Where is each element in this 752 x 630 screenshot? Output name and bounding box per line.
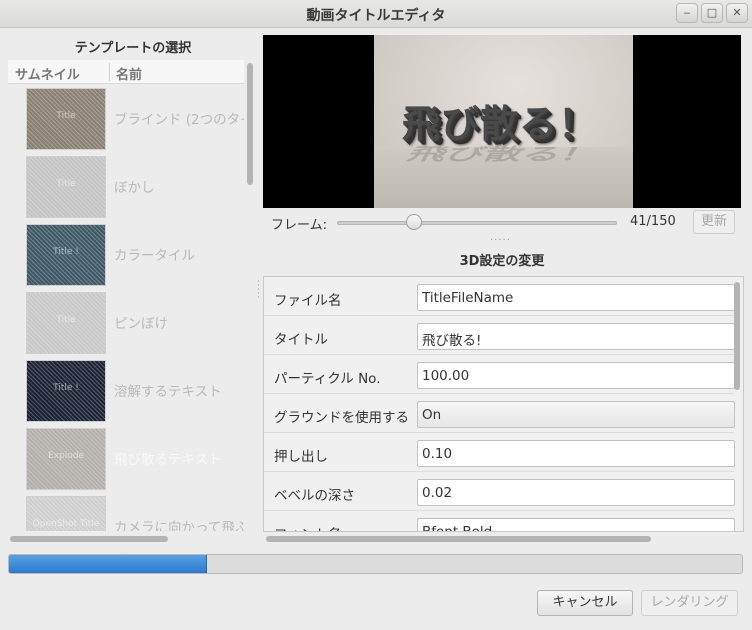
property-input[interactable]: 飛び散る! [417, 323, 735, 350]
vertical-splitter-handle[interactable]: · · · · · [257, 278, 260, 303]
property-label: ファイル名 [274, 293, 342, 309]
template-thumbnail: Title ! [26, 360, 106, 422]
template-item[interactable]: Explode 飛び散るテキスト [8, 424, 244, 492]
property-input[interactable]: TitleFileName [417, 284, 735, 311]
column-thumbnail[interactable]: サムネイル [15, 64, 80, 83]
property-row: グラウンドを使用する On [264, 394, 735, 433]
template-thumbnail-text: OpenShot Title [32, 519, 100, 529]
template-item[interactable]: Title ! 溶解するテキスト [8, 356, 244, 424]
templates-title: テンプレートの選択 [74, 41, 192, 56]
template-item[interactable]: Title ぼかし [8, 152, 244, 220]
template-thumbnail: Title [26, 292, 106, 354]
property-input[interactable]: 0.02 [417, 479, 735, 506]
templates-vscrollbar[interactable] [247, 63, 253, 529]
scroll-thumb[interactable] [247, 63, 253, 185]
property-label: タイトル [274, 332, 328, 348]
render-progress-bar [8, 554, 743, 574]
template-thumbnail: Title [26, 88, 106, 150]
template-thumbnail-text: Title ! [53, 247, 79, 257]
frame-slider-handle[interactable] [406, 214, 422, 230]
template-name: ぼかし [114, 180, 155, 196]
property-label: グラウンドを使用する [274, 410, 409, 426]
template-name: カメラに向かって飛ぶ [114, 520, 244, 531]
window-title: 動画タイトルエディタ [306, 8, 446, 24]
refresh-button[interactable]: 更新 [693, 210, 735, 234]
column-separator [109, 63, 110, 81]
template-name: 飛び散るテキスト [114, 452, 222, 468]
property-input[interactable]: 100.00 [417, 362, 735, 389]
frame-row: フレーム: 41/150 更新 [263, 210, 741, 236]
preview-text: 飛び散る！ [402, 102, 598, 146]
close-button[interactable]: ✕ [726, 3, 748, 23]
preview-scene: 飛び散る！ 飛び散る！ [374, 35, 633, 208]
property-row: ベベルの深さ 0.02 [264, 472, 735, 511]
scroll-thumb[interactable] [734, 282, 740, 390]
template-thumbnail: Title [26, 156, 106, 218]
template-thumbnail-text: Title [56, 179, 76, 189]
template-name: カラータイル [114, 248, 195, 264]
property-row: 押し出し 0.10 [264, 433, 735, 472]
scroll-thumb[interactable] [266, 536, 651, 542]
templates-header: サムネイル 名前 [8, 60, 244, 84]
property-label: 押し出し [274, 449, 328, 465]
frame-label: フレーム: [271, 218, 327, 233]
template-name: ピンぼけ [114, 316, 168, 332]
template-thumbnail: Title ! [26, 224, 106, 286]
property-label: フォント名 [274, 523, 342, 531]
frame-count: 41/150 [630, 214, 676, 229]
property-row: ファイル名 TitleFileName [264, 277, 735, 316]
property-label: パーティクル No. [274, 371, 381, 387]
template-thumbnail: OpenShot Title [26, 496, 106, 531]
properties-vscrollbar[interactable] [734, 282, 740, 530]
template-name: ブラインド (2つのタイ [114, 112, 244, 128]
maximize-button[interactable]: □ [701, 3, 723, 23]
templates-hscrollbar[interactable] [8, 536, 256, 542]
frame-slider[interactable] [337, 221, 617, 225]
property-input[interactable]: 0.10 [417, 440, 735, 467]
template-thumbnail-text: Title ! [53, 383, 79, 393]
template-item[interactable]: Title ブラインド (2つのタイ [8, 84, 244, 152]
property-select[interactable]: On [417, 401, 735, 428]
template-item[interactable]: Title ! カラータイル [8, 220, 244, 288]
template-thumbnail-text: Explode [48, 451, 84, 461]
splitter-handle[interactable]: ····· [490, 235, 511, 246]
property-row: パーティクル No. 100.00 [264, 355, 735, 394]
properties-title: 3D設定の変更 [459, 254, 545, 269]
property-input[interactable]: Bfont Bold [417, 518, 735, 531]
scroll-thumb[interactable] [10, 536, 168, 542]
properties-hscrollbar[interactable] [263, 536, 741, 542]
property-row: フォント名 Bfont Bold [264, 511, 735, 531]
title-bar: 動画タイトルエディタ ‒ □ ✕ [0, 0, 752, 28]
template-item[interactable]: Title ピンぼけ [8, 288, 244, 356]
render-button[interactable]: レンダリング [641, 590, 738, 616]
cancel-button[interactable]: キャンセル [537, 590, 633, 616]
template-thumbnail: Explode [26, 428, 106, 490]
property-label: ベベルの深さ [274, 488, 355, 504]
preview-area: 飛び散る！ 飛び散る！ [263, 35, 741, 208]
column-name[interactable]: 名前 [116, 64, 142, 83]
template-item[interactable]: OpenShot Title カメラに向かって飛ぶ [8, 492, 244, 531]
template-name: 溶解するテキスト [114, 384, 222, 400]
templates-list[interactable]: Title ブラインド (2つのタイ Title ぼかし Title ! カラータイル Ti… [8, 84, 244, 531]
progress-fill [9, 555, 207, 573]
minimize-button[interactable]: ‒ [676, 3, 698, 23]
template-thumbnail-text: Title [56, 315, 76, 325]
template-thumbnail-text: Title [56, 111, 76, 121]
properties-panel: ファイル名 TitleFileName タイトル 飛び散る! パーティクル No. 100… [263, 276, 744, 532]
property-row: タイトル 飛び散る! [264, 316, 735, 355]
